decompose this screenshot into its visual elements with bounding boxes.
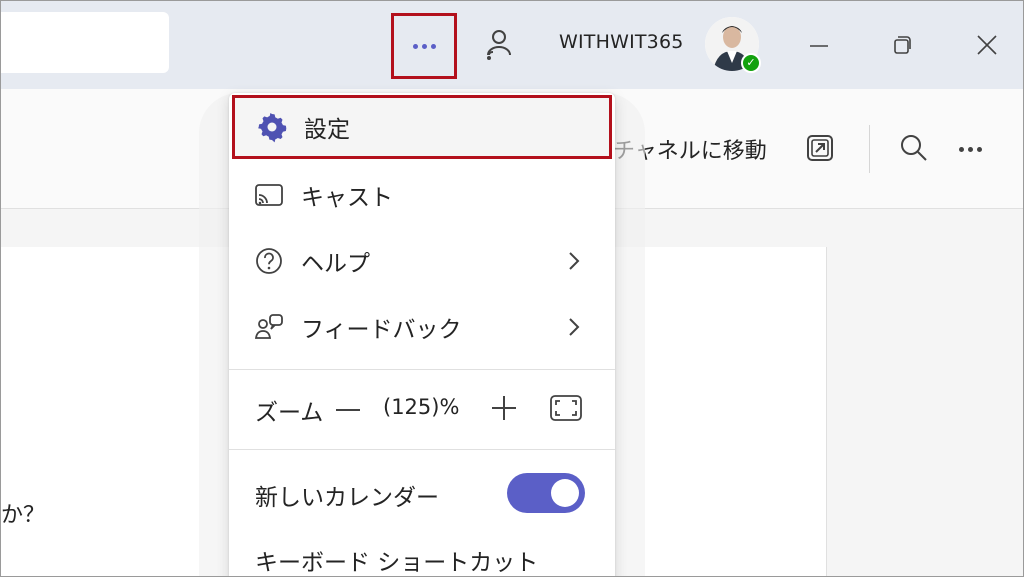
new-calendar-toggle[interactable] xyxy=(507,473,585,513)
settings-and-more-menu: 設定 キャスト ヘルプ フィードバック ズーム (125)% 新しいカレンダー … xyxy=(229,93,615,576)
pop-out-icon[interactable] xyxy=(803,131,837,165)
search-icon[interactable] xyxy=(897,131,931,165)
zoom-in-icon[interactable] xyxy=(487,391,521,425)
menu-divider xyxy=(229,449,615,450)
teams-window: WITHWIT365 ✓ チャネルに移動 か？ 設定 キャスト ヘルプ フィード… xyxy=(0,0,1024,577)
menu-item-label: キーボード ショートカット xyxy=(255,550,539,576)
zoom-reset-icon[interactable] xyxy=(547,391,585,425)
menu-item-settings[interactable]: 設定 xyxy=(232,95,612,159)
header-more-options-icon[interactable] xyxy=(959,139,993,159)
settings-and-more-button[interactable] xyxy=(391,13,457,79)
menu-item-label: ヘルプ xyxy=(301,251,370,277)
chevron-right-icon xyxy=(569,252,580,270)
menu-item-feedback[interactable]: フィードバック xyxy=(229,295,615,359)
new-calendar-row: 新しいカレンダー xyxy=(229,461,615,527)
menu-item-keyboard-shortcuts[interactable]: キーボード ショートカット xyxy=(229,533,615,576)
help-circle-icon xyxy=(251,243,287,279)
minimize-icon[interactable] xyxy=(799,25,839,65)
menu-item-cast[interactable]: キャスト xyxy=(229,163,615,227)
account-name[interactable]: WITHWIT365 xyxy=(559,31,684,53)
zoom-label: ズーム xyxy=(255,400,324,426)
more-horizontal-icon xyxy=(412,43,436,49)
feedback-icon xyxy=(251,309,287,345)
menu-divider xyxy=(229,369,615,370)
menu-item-label: 設定 xyxy=(304,117,350,143)
menu-item-help[interactable]: ヘルプ xyxy=(229,229,615,293)
search-input[interactable] xyxy=(1,12,169,73)
chevron-right-icon xyxy=(569,318,580,336)
restore-icon[interactable] xyxy=(883,25,923,65)
header-divider xyxy=(869,125,870,173)
new-calendar-label: 新しいカレンダー xyxy=(255,485,439,511)
zoom-row: ズーム (125)% xyxy=(229,377,615,443)
zoom-out-icon[interactable] xyxy=(333,393,363,427)
zoom-level: (125)% xyxy=(383,395,460,419)
toggle-knob xyxy=(551,479,579,507)
menu-item-label: フィードバック xyxy=(301,317,462,343)
avatar[interactable]: ✓ xyxy=(705,17,761,73)
menu-item-label: キャスト xyxy=(301,185,393,211)
presence-available-icon: ✓ xyxy=(741,53,761,73)
title-bar: WITHWIT365 ✓ xyxy=(1,1,1023,89)
notification-bell-icon[interactable] xyxy=(479,25,519,65)
content-question-text: か？ xyxy=(1,503,46,528)
gear-icon xyxy=(254,109,290,145)
cast-icon xyxy=(251,177,287,213)
close-icon[interactable] xyxy=(967,25,1007,65)
